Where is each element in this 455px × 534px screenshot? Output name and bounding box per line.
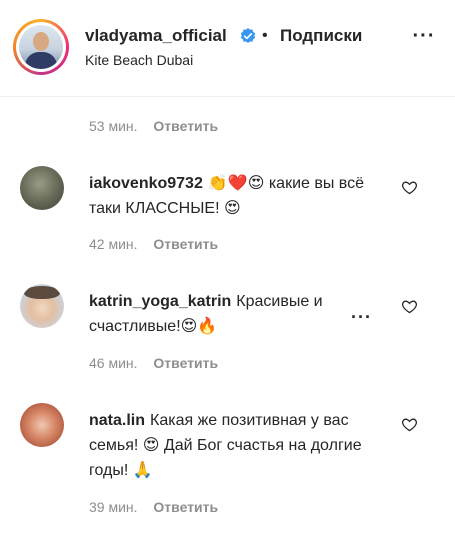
avatar-hat: [24, 286, 60, 299]
comment-body: nata.lin Какая же позитивная у вас семья!…: [89, 408, 379, 483]
post-header: vladyama_official • Подписки Kite Beach …: [0, 0, 455, 97]
avatar-body: [25, 52, 57, 69]
comment-more-icon[interactable]: ···: [351, 307, 372, 328]
reply-button[interactable]: Ответить: [153, 355, 218, 371]
more-options-icon[interactable]: ···: [410, 22, 438, 50]
post-location[interactable]: Kite Beach Dubai: [85, 52, 193, 68]
comment-username[interactable]: iakovenko9732: [89, 175, 203, 192]
avatar-photo: [19, 25, 63, 69]
comment-body: katrin_yoga_katrin Красивые и счастливые!…: [89, 289, 379, 339]
comment-username[interactable]: nata.lin: [89, 412, 145, 429]
heart-outline-icon[interactable]: [401, 298, 418, 315]
comment-avatar[interactable]: [20, 403, 64, 447]
comment-avatar[interactable]: [20, 284, 64, 328]
following-button[interactable]: Подписки: [280, 26, 362, 46]
reply-button[interactable]: Ответить: [153, 499, 218, 515]
avatar-face: [33, 32, 49, 51]
comment-time: 39 мин.: [89, 499, 138, 515]
heart-outline-icon[interactable]: [401, 179, 418, 196]
comment-meta: 53 мин. Ответить: [89, 118, 218, 134]
profile-avatar[interactable]: [13, 19, 69, 75]
comment-time: 53 мин.: [89, 118, 138, 134]
comment-time: 42 мин.: [89, 236, 138, 252]
comment-username[interactable]: katrin_yoga_katrin: [89, 293, 231, 310]
comment-meta: 39 мин. Ответить: [89, 499, 218, 515]
comment-body: iakovenko9732 👏❤️😍 какие вы всё таки КЛАС…: [89, 171, 379, 221]
comment-time: 46 мин.: [89, 355, 138, 371]
comment-meta: 46 мин. Ответить: [89, 355, 218, 371]
heart-outline-icon[interactable]: [401, 416, 418, 433]
header-separator: •: [262, 27, 268, 44]
header-username[interactable]: vladyama_official: [85, 26, 227, 46]
reply-button[interactable]: Ответить: [153, 236, 218, 252]
reply-button[interactable]: Ответить: [153, 118, 218, 134]
verified-badge-icon: [240, 28, 256, 43]
comment-meta: 42 мин. Ответить: [89, 236, 218, 252]
comment-avatar[interactable]: [20, 166, 64, 210]
